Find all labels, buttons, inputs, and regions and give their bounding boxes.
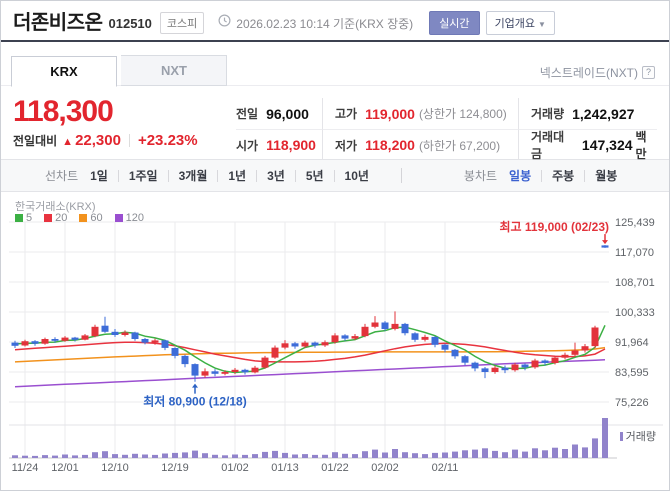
- chevron-down-icon: ▼: [538, 20, 546, 29]
- legend-ma20: 20: [44, 212, 67, 224]
- clock-icon: [218, 14, 231, 32]
- period-1d[interactable]: 1일: [90, 167, 108, 184]
- nextrade-note: 넥스트레이드(NXT) ?: [540, 64, 655, 81]
- change-percent: +23.23%: [138, 132, 198, 149]
- stock-title: 더존비즈온: [13, 6, 103, 35]
- svg-text:02/02: 02/02: [371, 462, 399, 474]
- change-value-wrap: ▲22,300: [62, 132, 121, 149]
- price-summary: 118,300 전일대비 ▲22,300 +23.23% 전일96,000 고가…: [1, 86, 669, 159]
- period-weekly[interactable]: 주봉: [552, 167, 574, 184]
- current-price: 118,300: [13, 96, 236, 128]
- day-high-cell: 고가119,000(상한가 124,800): [322, 98, 518, 129]
- svg-text:125,439: 125,439: [615, 217, 655, 229]
- svg-text:91,964: 91,964: [615, 337, 649, 349]
- period-1w[interactable]: 1주일: [129, 167, 158, 184]
- market-badge: 코스피: [160, 12, 204, 34]
- svg-text:01/02: 01/02: [221, 462, 249, 474]
- svg-text:02/11: 02/11: [432, 462, 459, 474]
- line-chart-group: 선차트 1일 1주일 3개월 1년 3년 5년 10년: [45, 167, 369, 184]
- svg-text:01/22: 01/22: [321, 462, 349, 474]
- quote-info-table: 전일96,000 고가119,000(상한가 124,800) 거래량1,242…: [236, 98, 657, 159]
- company-overview-button[interactable]: 기업개요▼: [486, 11, 555, 35]
- svg-text:01/13: 01/13: [271, 462, 299, 474]
- candle-chart-group: 봉차트 일봉 주봉 월봉: [464, 167, 617, 184]
- volume-panel-label: 거래량: [620, 428, 656, 444]
- chart-panel: 125,439 117,070 108,701 100,333 91,964 83,595…: [1, 192, 669, 490]
- chart-period-toolbar: 선차트 1일 1주일 3개월 1년 3년 5년 10년 봉차트 일봉 주봉 월봉: [1, 159, 669, 192]
- change-value: 22,300: [75, 132, 121, 149]
- stock-detail-page: 더존비즈온 012510 코스피 2026.02.23 10:14 기준(KRX…: [0, 0, 670, 491]
- quote-timestamp: 2026.02.23 10:14 기준(KRX 장중): [236, 15, 413, 32]
- svg-text:12/19: 12/19: [161, 462, 189, 474]
- tab-krx[interactable]: KRX: [11, 56, 117, 87]
- open-price-cell: 시가118,900: [236, 129, 322, 160]
- svg-text:117,070: 117,070: [615, 247, 654, 259]
- period-daily[interactable]: 일봉: [509, 167, 531, 184]
- candle-chart-label: 봉차트: [464, 167, 497, 184]
- nextrade-label: 넥스트레이드(NXT): [540, 64, 638, 81]
- period-3y[interactable]: 3년: [267, 167, 285, 184]
- svg-text:12/01: 12/01: [51, 462, 79, 474]
- period-3m[interactable]: 3개월: [179, 167, 208, 184]
- legend-ma60: 60: [79, 212, 102, 224]
- svg-text:75,226: 75,226: [615, 397, 649, 409]
- volume-cell: 거래량1,242,927: [518, 98, 657, 129]
- svg-text:최고 119,000 (02/23): 최고 119,000 (02/23): [500, 219, 610, 234]
- ma-legend: 5 20 60 120: [15, 212, 144, 224]
- group-divider: [401, 168, 402, 183]
- tab-nxt[interactable]: NXT: [121, 55, 227, 86]
- up-arrow-icon: ▲: [62, 136, 73, 148]
- period-10y[interactable]: 10년: [345, 167, 369, 184]
- legend-ma120: 120: [115, 212, 144, 224]
- stock-chart-svg[interactable]: 125,439 117,070 108,701 100,333 91,964 83,595…: [9, 192, 663, 482]
- svg-text:최저 80,900 (12/18): 최저 80,900 (12/18): [143, 394, 246, 409]
- trade-amount-cell: 거래대금147,324백만: [518, 129, 657, 160]
- line-chart-label: 선차트: [45, 167, 78, 184]
- svg-text:11/24: 11/24: [12, 462, 39, 474]
- price-change-row: 전일대비 ▲22,300 +23.23%: [13, 132, 236, 149]
- period-5y[interactable]: 5년: [306, 167, 324, 184]
- svg-text:100,333: 100,333: [615, 307, 655, 319]
- volume-bar-icon: [620, 432, 623, 441]
- current-price-block: 118,300 전일대비 ▲22,300 +23.23%: [13, 96, 236, 159]
- realtime-button[interactable]: 실시간: [429, 11, 479, 35]
- header: 더존비즈온 012510 코스피 2026.02.23 10:14 기준(KRX…: [1, 1, 669, 42]
- exchange-tabbar: KRX NXT 넥스트레이드(NXT) ?: [1, 42, 669, 86]
- svg-text:12/10: 12/10: [101, 462, 129, 474]
- day-low-cell: 저가118,200(하한가 67,200): [322, 129, 518, 160]
- change-label: 전일대비: [13, 132, 57, 149]
- divider: [129, 134, 130, 147]
- period-1y[interactable]: 1년: [228, 167, 246, 184]
- prev-close-cell: 전일96,000: [236, 98, 322, 129]
- period-monthly[interactable]: 월봉: [595, 167, 617, 184]
- legend-ma5: 5: [15, 212, 32, 224]
- stock-code: 012510: [109, 16, 152, 31]
- svg-text:83,595: 83,595: [615, 367, 649, 379]
- help-icon[interactable]: ?: [642, 66, 655, 79]
- svg-text:108,701: 108,701: [615, 277, 655, 289]
